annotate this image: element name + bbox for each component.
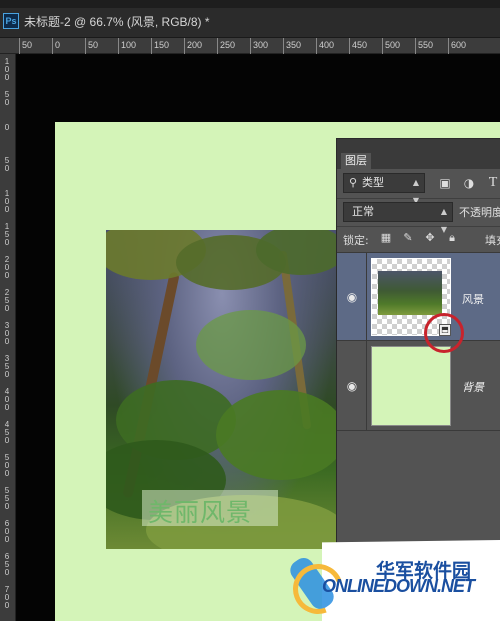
visibility-column: ◉ xyxy=(337,341,367,431)
horizontal-ruler[interactable]: 50 0 50 100 150 200 250 300 350 400 450 500 550 600 xyxy=(0,38,500,54)
ruler-tick-label: 50 xyxy=(88,40,99,50)
layer-row-scenery[interactable]: ◉ ⬒ 风景 xyxy=(337,253,500,341)
lock-transparent-icon[interactable]: ▦ xyxy=(379,231,393,245)
ruler-tick-mark xyxy=(19,38,20,54)
ruler-tick-label: 2 0 0 xyxy=(4,255,10,280)
layers-panel-header: 图层 xyxy=(337,139,500,169)
banana-leaf xyxy=(196,310,306,380)
ruler-tick-mark xyxy=(250,38,251,54)
ruler-tick-mark xyxy=(349,38,350,54)
ruler-tick-mark xyxy=(415,38,416,54)
blend-mode-select[interactable]: 正常 ▲ ▼ xyxy=(343,202,453,234)
ruler-tick-label: 7 0 0 xyxy=(4,585,10,610)
ruler-tick-label: 6 0 0 xyxy=(4,519,10,544)
search-icon: ⚲ xyxy=(349,176,358,189)
ruler-tick-mark xyxy=(118,38,119,54)
ruler-tick-mark xyxy=(448,38,449,54)
ruler-tick-label: 100 xyxy=(121,40,137,50)
image-filter-icon[interactable]: ▣ xyxy=(437,175,453,191)
document-tab-bar: Ps 未标题-2 @ 66.7% (风景, RGB/8) * xyxy=(0,0,500,38)
adjustment-filter-icon[interactable]: ◑ xyxy=(461,175,477,191)
photoshop-window: Ps 未标题-2 @ 66.7% (风景, RGB/8) * 50 0 50 100 1… xyxy=(0,0,500,621)
watermark-text[interactable]: 美丽风景 xyxy=(148,493,252,529)
visibility-column: ◉ xyxy=(337,253,367,341)
ruler-tick-label: 5 0 0 xyxy=(4,453,10,478)
ruler-tick-label: 3 5 0 xyxy=(4,354,10,379)
ruler-tick-mark xyxy=(316,38,317,54)
ruler-tick-label: 300 xyxy=(253,40,269,50)
ruler-tick-label: 500 xyxy=(385,40,401,50)
lock-brush-icon[interactable]: ✎ xyxy=(401,231,415,245)
ruler-tick-label: 6 5 0 xyxy=(4,552,10,577)
lock-all-icon[interactable]: 🔒︎ xyxy=(445,231,459,245)
opacity-label: 不透明度 xyxy=(459,206,500,219)
eye-icon[interactable]: ◉ xyxy=(345,290,359,304)
layer-name-background[interactable]: 背景 xyxy=(462,379,484,395)
layer-row-background[interactable]: ◉ 背景 xyxy=(337,341,500,431)
filter-kind-select[interactable]: ⚲ 类型 ▲ ▼ xyxy=(343,173,425,205)
ruler-tick-label: 3 0 0 xyxy=(4,321,10,346)
ruler-tick-label: 1 0 0 xyxy=(4,57,10,82)
ruler-tick-mark xyxy=(85,38,86,54)
ruler-tick-label: 350 xyxy=(286,40,302,50)
filter-kind-value: 类型 xyxy=(362,176,384,189)
fern-bush xyxy=(216,390,338,480)
ruler-tick-label: 1 0 0 xyxy=(4,189,10,214)
tab-bar-strip xyxy=(0,0,500,8)
ruler-tick-label: 550 xyxy=(418,40,434,50)
layer-name-scenery[interactable]: 风景 xyxy=(462,291,484,307)
fill-label: 填充 xyxy=(485,234,500,247)
ruler-tick-label: 5 0 xyxy=(4,90,10,107)
highlight-circle xyxy=(424,313,464,353)
ruler-tick-label: 1 5 0 xyxy=(4,222,10,247)
type-filter-icon[interactable]: T xyxy=(485,175,500,191)
ruler-tick-label: 450 xyxy=(352,40,368,50)
ruler-tick-mark xyxy=(184,38,185,54)
ruler-tick-label: 400 xyxy=(319,40,335,50)
tab-layers[interactable]: 图层 xyxy=(341,153,371,169)
ps-app-icon: Ps xyxy=(3,13,19,29)
ruler-tick-label: 600 xyxy=(451,40,467,50)
layer-thumbnail[interactable] xyxy=(371,346,451,426)
thumbnail-image xyxy=(378,271,442,315)
ruler-tick-label: 5 0 xyxy=(4,156,10,173)
vertical-ruler[interactable]: 1 0 0 5 0 0 5 0 1 0 0 1 5 0 2 0 0 2 5 0 3 0 0 3 5… xyxy=(0,54,16,621)
ruler-tick-label: 4 0 0 xyxy=(4,387,10,412)
ruler-tick-mark xyxy=(217,38,218,54)
ruler-tick-mark xyxy=(382,38,383,54)
ruler-tick-label: 200 xyxy=(187,40,203,50)
ruler-tick-mark xyxy=(52,38,53,54)
ruler-tick-label: 50 xyxy=(22,40,33,50)
ruler-tick-label: 0 xyxy=(55,40,61,50)
lock-label: 锁定: xyxy=(343,234,369,247)
ruler-tick-label: 2 5 0 xyxy=(4,288,10,313)
eye-icon[interactable]: ◉ xyxy=(345,379,359,393)
document-tab-title[interactable]: 未标题-2 @ 66.7% (风景, RGB/8) * xyxy=(24,13,210,30)
site-logo-en: ONLINEDOWN.NET xyxy=(322,576,475,596)
ruler-tick-label: 5 5 0 xyxy=(4,486,10,511)
ruler-tick-mark xyxy=(283,38,284,54)
ruler-tick-label: 150 xyxy=(154,40,170,50)
lock-move-icon[interactable]: ✥ xyxy=(423,231,437,245)
ruler-tick-label: 0 xyxy=(4,123,10,132)
ruler-tick-label: 250 xyxy=(220,40,236,50)
blend-mode-value: 正常 xyxy=(352,205,374,218)
ruler-tick-mark xyxy=(151,38,152,54)
ruler-tick-label: 4 5 0 xyxy=(4,420,10,445)
layers-panel: 图层 ⚲ 类型 ▲ ▼ ▣ ◑ T 正常 ▲ ▼ 不透明度 锁定: ▦ ✎ ✥ 🔒︎… xyxy=(336,138,500,548)
